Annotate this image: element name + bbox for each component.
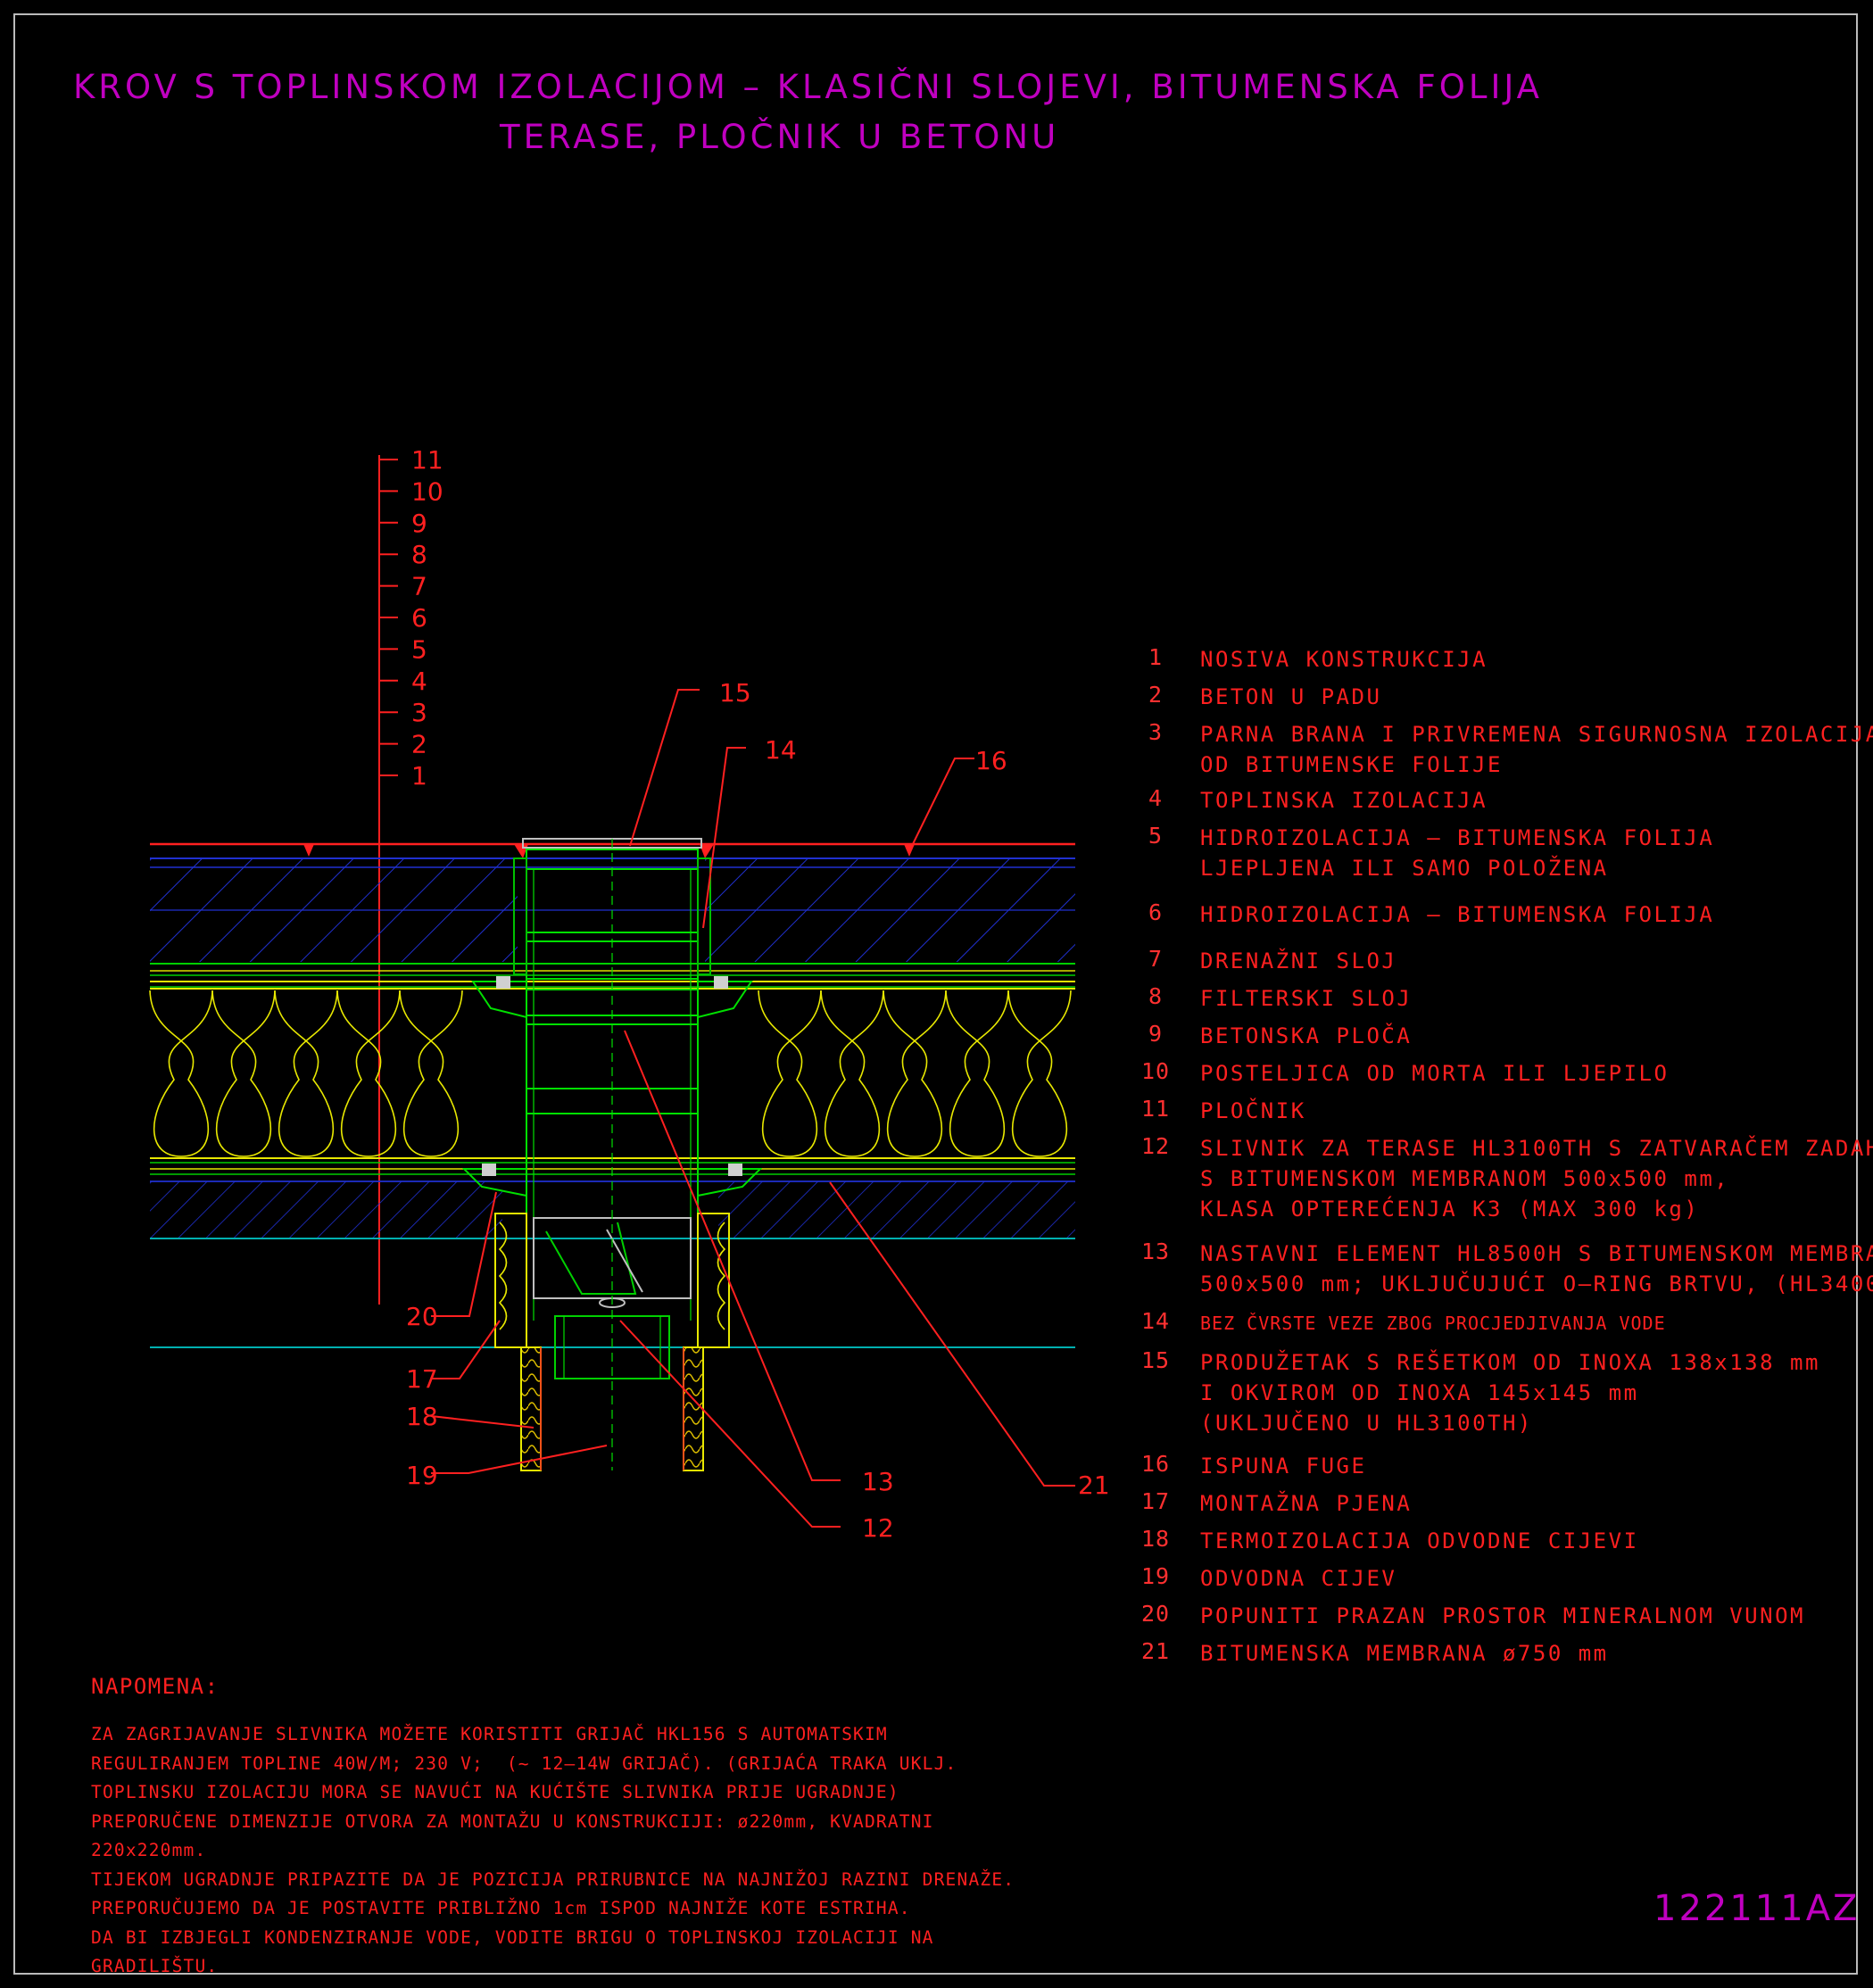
legend-text: NOSIVA KONSTRUKCIJA xyxy=(1200,647,1488,672)
legend-text: ODVODNA CIJEV xyxy=(1200,1566,1397,1591)
legend-text: BITUMENSKA MEMBRANA ø750 mm xyxy=(1200,1641,1609,1666)
section-drawing: 1110 98 765 43 21 15 14 16 20 17 18 19 13 12… xyxy=(149,445,1110,1543)
legend-number: 17 xyxy=(1140,1488,1171,1514)
legend-text: PRODUŽETAK S REŠETKOM OD INOXA 138x138 m… xyxy=(1200,1350,1820,1436)
concrete-in-fall-left xyxy=(150,1181,502,1238)
legend-number: 19 xyxy=(1140,1563,1171,1589)
legend-text: POSTELJICA OD MORTA ILI LJEPILO xyxy=(1200,1061,1670,1086)
callout-labels: 15 14 16 20 17 18 19 13 12 21 xyxy=(406,678,1110,1543)
legend-text: NASTAVNI ELEMENT HL8500H S BITUMENSKOM M… xyxy=(1200,1241,1873,1296)
legend-number: 15 xyxy=(1140,1347,1171,1373)
legend-text: SLIVNIK ZA TERASE HL3100TH S ZATVARAČEM … xyxy=(1200,1136,1873,1222)
callout-13: 13 xyxy=(862,1467,894,1496)
legend-number: 3 xyxy=(1148,719,1164,745)
insulation-drop xyxy=(883,990,947,1157)
scale-label: 6 xyxy=(411,603,427,633)
scale-label: 10 xyxy=(411,476,443,506)
legend-text: FILTERSKI SLOJ xyxy=(1200,986,1413,1011)
insulation-drop xyxy=(399,990,463,1157)
insulation-drop xyxy=(820,990,884,1157)
scale-label: 9 xyxy=(411,509,427,538)
legend-text: MONTAŽNA PJENA xyxy=(1200,1491,1413,1516)
insulation-drop xyxy=(1007,990,1072,1157)
note-body: ZA ZAGRIJAVANJE SLIVNIKA MOŽETE KORISTIT… xyxy=(91,1724,1015,1976)
legend-text: POPUNITI PRAZAN PROSTOR MINERALNOM VUNOM xyxy=(1200,1603,1805,1628)
legend-text: TOPLINSKA IZOLACIJA xyxy=(1200,788,1488,813)
legend-text: HIDROIZOLACIJA – BITUMENSKA FOLIJA LJEPL… xyxy=(1200,825,1715,881)
insulation-drop xyxy=(945,990,1009,1157)
insulation-drop xyxy=(211,990,276,1157)
legend-number: 9 xyxy=(1148,1021,1164,1047)
insulation-drop xyxy=(758,990,822,1157)
legend-number: 2 xyxy=(1148,682,1164,708)
callout-17: 17 xyxy=(406,1364,438,1394)
scale-label: 3 xyxy=(411,698,427,727)
callout-19: 19 xyxy=(406,1461,438,1490)
insulation-drop xyxy=(336,990,401,1157)
legend-number: 8 xyxy=(1148,983,1164,1009)
legend-number: 7 xyxy=(1148,946,1164,972)
callout-15: 15 xyxy=(719,678,751,708)
callout-21: 21 xyxy=(1078,1470,1110,1500)
legend-text: BETONSKA PLOČA xyxy=(1200,1023,1413,1048)
scale-label: 5 xyxy=(411,634,427,664)
scale-label: 11 xyxy=(411,445,443,475)
legend-number: 5 xyxy=(1148,823,1164,849)
insulation-drop xyxy=(149,990,213,1157)
scale-label: 1 xyxy=(411,761,427,791)
callout-18: 18 xyxy=(406,1402,438,1431)
legend-number: 6 xyxy=(1148,899,1164,925)
legend-text: PLOČNIK xyxy=(1200,1098,1306,1123)
legend-number: 14 xyxy=(1140,1308,1171,1334)
legend-number: 21 xyxy=(1140,1638,1171,1664)
scale-label: 7 xyxy=(411,572,427,601)
legend-number: 1 xyxy=(1148,644,1164,670)
legend-number: 13 xyxy=(1140,1238,1171,1264)
legend-text: HIDROIZOLACIJA – BITUMENSKA FOLIJA xyxy=(1200,902,1715,927)
legend-number: 11 xyxy=(1140,1096,1171,1122)
legend-text: ISPUNA FUGE xyxy=(1200,1454,1367,1479)
legend-number: 20 xyxy=(1140,1601,1171,1627)
callout-20: 20 xyxy=(406,1302,438,1331)
insulation-drop xyxy=(274,990,338,1157)
legend-text: BEZ ČVRSTE VEZE ZBOG PROCJEDJIVANJA VODE xyxy=(1200,1313,1666,1334)
scale-label: 2 xyxy=(411,730,427,759)
legend-number: 4 xyxy=(1148,785,1164,811)
callout-12: 12 xyxy=(862,1513,894,1543)
legend-text: PARNA BRANA I PRIVREMENA SIGURNOSNA IZOL… xyxy=(1200,722,1873,777)
legend-number: 16 xyxy=(1140,1451,1171,1477)
concrete-in-fall-right xyxy=(718,1181,1075,1238)
note-title: NAPOMENA: xyxy=(91,1674,220,1699)
callout-14: 14 xyxy=(765,735,797,765)
legend-text: TERMOIZOLACIJA ODVODNE CIJEVI xyxy=(1200,1528,1639,1553)
legend-number: 10 xyxy=(1140,1058,1171,1084)
legend-text: DRENAŽNI SLOJ xyxy=(1200,948,1397,973)
scale-label: 8 xyxy=(411,540,427,569)
legend-text: BETON U PADU xyxy=(1200,684,1382,709)
legend-number: 18 xyxy=(1140,1526,1171,1552)
callout-16: 16 xyxy=(975,746,1007,775)
drawing-code: 122111AZ xyxy=(1653,1888,1861,1929)
scale-ticks: 1110 98 765 43 21 xyxy=(379,445,443,791)
legend-number: 12 xyxy=(1140,1133,1171,1159)
scale-label: 4 xyxy=(411,667,427,696)
